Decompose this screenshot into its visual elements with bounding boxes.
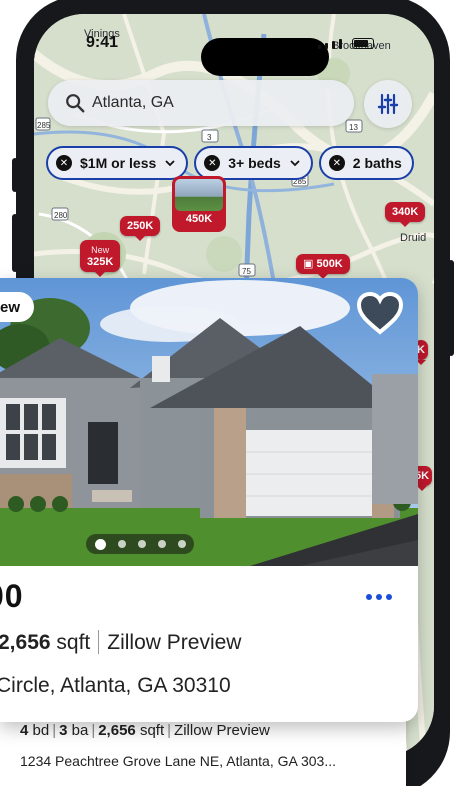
map-pin-photo[interactable]: 450K [172, 176, 226, 232]
search-icon [66, 94, 85, 113]
map-pin[interactable]: ▣ 500K [296, 254, 350, 279]
map-pin-label: 325K [87, 256, 114, 268]
more-dots-icon [376, 594, 382, 600]
filter-chip-beds[interactable]: ✕ 3+ beds [194, 146, 313, 180]
close-icon[interactable]: ✕ [328, 155, 345, 171]
listing-address: Circle, Atlanta, GA 30310 [0, 674, 231, 697]
carousel-dot[interactable] [177, 540, 186, 548]
map-pin-label: 450K [185, 213, 213, 225]
listing-meta: 2,656 sqft Zillow Preview [0, 630, 241, 655]
dynamic-island [201, 38, 329, 76]
sqft-unit: sqft [139, 722, 165, 739]
carousel-dot[interactable] [94, 538, 106, 550]
beds-unit: bd [32, 722, 50, 739]
map-pin-label: 250K [127, 220, 154, 232]
map-pin-label: 340K [392, 206, 419, 218]
search-bar[interactable]: Atlanta, GA [48, 80, 354, 126]
beds-value: 4 [20, 722, 29, 739]
route-shield: 13 [349, 123, 358, 132]
next-listing-meta: 4 bd | 3 ba | 2,656 sqft | Zillow Preview [20, 722, 270, 739]
more-options-button[interactable] [366, 594, 392, 600]
route-shield: 3 [207, 133, 212, 142]
carousel-dot[interactable] [117, 540, 126, 548]
listing-card[interactable]: ew 00 2,656 sqft Zillow Preview Circle, A… [0, 278, 418, 722]
chevron-down-icon [290, 160, 300, 167]
signal-icon [325, 43, 328, 49]
sliders-icon [377, 93, 399, 115]
map-pin[interactable]: New 325K [80, 240, 121, 277]
filter-button[interactable] [364, 80, 412, 128]
phone-side-button [12, 158, 18, 192]
map-pin[interactable]: 250K [120, 216, 161, 241]
status-time: 9:41 [86, 34, 119, 51]
filter-chip-price[interactable]: ✕ $1M or less [46, 146, 189, 180]
route-shield: 75 [242, 267, 251, 276]
photo-carousel-indicator[interactable] [86, 534, 194, 554]
more-dots-icon [386, 594, 392, 600]
phone-side-button [448, 260, 454, 356]
stage: 285 3 13 285 280 75 Vinings Brookhaven D… [0, 0, 454, 786]
map-label-druid: Druid [400, 232, 427, 244]
sqft-unit: sqft [56, 631, 91, 654]
map-pin-label: K [417, 344, 425, 356]
filter-chip-label: 3+ beds [228, 155, 281, 171]
baths-value: 3 [59, 722, 68, 739]
3d-tour-icon: ▣ [303, 258, 317, 270]
listing-badge: ew [0, 292, 35, 322]
map-pin-tag: New [91, 245, 110, 255]
route-shield: 280 [54, 211, 68, 220]
filter-chip-label: 2 baths [352, 155, 402, 171]
signal-icon [318, 45, 321, 49]
carousel-dot[interactable] [137, 540, 146, 548]
map-pin-label: 500K [316, 258, 343, 270]
pin-thumbnail [175, 179, 223, 211]
phone-side-button [12, 214, 18, 272]
baths-unit: ba [71, 722, 89, 739]
sqft-value: 2,656 [98, 722, 136, 739]
listing-source: Zillow Preview [174, 722, 270, 739]
filter-chip-label: $1M or less [80, 155, 157, 171]
carousel-dot[interactable] [157, 540, 166, 548]
status-icons [318, 38, 374, 49]
close-icon[interactable]: ✕ [204, 155, 221, 171]
battery-icon [352, 38, 374, 49]
search-input[interactable]: Atlanta, GA [92, 94, 174, 112]
filter-chips: ✕ $1M or less ✕ 3+ beds ✕ 2 baths [46, 146, 414, 180]
map-pin[interactable]: 340K [385, 202, 426, 227]
heart-icon[interactable] [354, 288, 406, 340]
route-shield: 285 [37, 121, 51, 130]
more-dots-icon [366, 594, 372, 600]
signal-icon [339, 39, 342, 49]
chevron-down-icon [165, 160, 175, 167]
sqft-value: 2,656 [0, 631, 51, 654]
listing-source: Zillow Preview [107, 631, 242, 654]
close-icon[interactable]: ✕ [56, 155, 72, 171]
listing-price: 00 [0, 578, 24, 614]
filter-chip-baths[interactable]: ✕ 2 baths [318, 146, 414, 180]
signal-icon [332, 41, 335, 49]
next-listing-address: 1234 Peachtree Grove Lane NE, Atlanta, G… [20, 753, 336, 769]
